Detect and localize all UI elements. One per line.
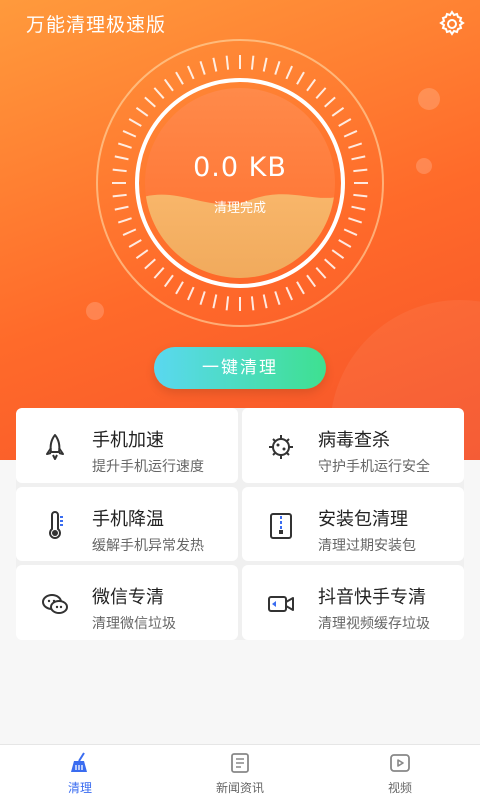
feature-title: 病毒查杀 xyxy=(318,430,390,451)
tick-mark xyxy=(262,57,268,72)
tick-mark xyxy=(114,205,129,211)
feature-subtitle: 守护手机运行安全 xyxy=(318,459,430,475)
tick-mark xyxy=(331,106,345,117)
hero-panel: 万能清理极速版 0.0 KB 清理完成 一键清理 xyxy=(0,0,480,460)
cleaned-size: 0.0 KB xyxy=(193,152,287,183)
feature-title: 安装包清理 xyxy=(318,508,408,530)
tick-mark xyxy=(175,71,184,85)
tick-mark xyxy=(306,78,317,92)
feature-subtitle: 提升手机运行速度 xyxy=(92,459,204,475)
wechat-icon xyxy=(42,594,68,615)
feature-title: 手机降温 xyxy=(92,508,164,530)
tick-mark xyxy=(351,155,366,161)
feature-subtitle: 缓解手机异常发热 xyxy=(92,537,204,554)
video-icon xyxy=(268,596,294,613)
tab-news[interactable]: 新闻资讯 xyxy=(160,745,320,800)
tick-mark xyxy=(343,130,358,138)
tick-mark xyxy=(212,57,218,72)
broom-icon xyxy=(71,752,87,772)
tick-mark xyxy=(348,142,363,149)
tick-mark xyxy=(324,96,336,108)
package-icon xyxy=(270,512,292,539)
feature-card-wechat-clean[interactable]: 微信专清 清理微信垃圾 xyxy=(16,565,238,640)
tick-mark xyxy=(153,267,165,279)
tick-mark xyxy=(351,205,366,211)
tick-mark xyxy=(338,118,352,127)
tick-mark xyxy=(338,239,352,248)
tick-mark xyxy=(343,228,358,236)
tab-label: 视频 xyxy=(387,781,412,795)
virus-icon xyxy=(269,435,293,459)
tab-clean[interactable]: 清理 xyxy=(0,745,160,800)
tick-mark xyxy=(225,296,230,311)
tick-mark xyxy=(112,168,127,173)
tick-mark xyxy=(175,281,184,295)
tick-mark xyxy=(187,65,195,80)
feature-subtitle: 清理微信垃圾 xyxy=(92,616,176,633)
tick-mark xyxy=(117,217,132,224)
feature-subtitle: 清理过期安装包 xyxy=(318,537,416,554)
tick-mark xyxy=(348,217,363,224)
tick-mark xyxy=(353,193,368,198)
tick-mark xyxy=(114,155,129,161)
one-key-clean-button[interactable]: 一键清理 xyxy=(154,347,326,389)
tick-mark xyxy=(353,168,368,173)
tick-mark xyxy=(262,294,268,309)
tick-mark xyxy=(117,142,132,149)
tick-mark xyxy=(112,193,127,198)
tick-mark xyxy=(250,296,255,311)
tick-mark xyxy=(315,267,327,279)
tab-video[interactable]: 视频 xyxy=(320,745,480,800)
feature-card-antivirus[interactable]: 病毒查杀 守护手机运行安全 xyxy=(242,408,464,483)
bottom-tab-bar: 清理 新闻资讯 视频 xyxy=(0,744,480,800)
tick-mark xyxy=(285,65,293,80)
tick-mark xyxy=(274,60,281,75)
tick-mark xyxy=(144,96,156,108)
tick-mark xyxy=(274,291,281,306)
play-icon xyxy=(390,754,410,772)
feature-title: 抖音快手专清 xyxy=(318,587,426,609)
tick-mark xyxy=(225,55,230,70)
tick-mark xyxy=(122,130,137,138)
rocket-icon xyxy=(46,434,64,460)
feature-subtitle: 清理视频缓存垃圾 xyxy=(318,616,430,633)
tick-mark xyxy=(250,55,255,70)
tick-mark xyxy=(128,118,142,127)
clean-status: 清理完成 xyxy=(213,201,266,216)
tab-label: 新闻资讯 xyxy=(215,781,264,795)
tick-mark xyxy=(122,228,137,236)
tick-mark xyxy=(153,87,165,99)
tick-mark xyxy=(306,274,317,288)
feature-grid: 手机加速 提升手机运行速度 病毒查杀 守护手机运行安全 手机降温 缓解手机异常发… xyxy=(16,408,464,640)
tick-mark xyxy=(324,258,336,270)
feature-card-video-clean[interactable]: 抖音快手专清 清理视频缓存垃圾 xyxy=(242,565,464,640)
tick-mark xyxy=(199,291,206,306)
feature-card-cooling[interactable]: 手机降温 缓解手机异常发热 xyxy=(16,486,238,562)
tick-mark xyxy=(212,294,218,309)
tick-mark xyxy=(187,286,195,301)
tick-mark xyxy=(331,249,345,260)
tick-mark xyxy=(285,286,293,301)
feature-card-apk-clean[interactable]: 安装包清理 清理过期安装包 xyxy=(242,486,464,562)
news-icon xyxy=(231,753,249,773)
tab-label: 清理 xyxy=(67,781,92,795)
tick-mark xyxy=(296,71,305,85)
feature-title: 微信专清 xyxy=(92,587,164,609)
tick-mark xyxy=(135,106,149,117)
tick-mark xyxy=(199,60,206,75)
tick-mark xyxy=(135,249,149,260)
thermometer-icon xyxy=(49,510,63,539)
tick-mark xyxy=(128,239,142,248)
tick-mark xyxy=(163,78,174,92)
tick-mark xyxy=(144,258,156,270)
tick-mark xyxy=(163,274,174,288)
feature-card-boost[interactable]: 手机加速 提升手机运行速度 xyxy=(16,408,238,483)
feature-title: 手机加速 xyxy=(92,430,164,451)
tick-mark xyxy=(296,281,305,295)
tick-mark xyxy=(315,87,327,99)
